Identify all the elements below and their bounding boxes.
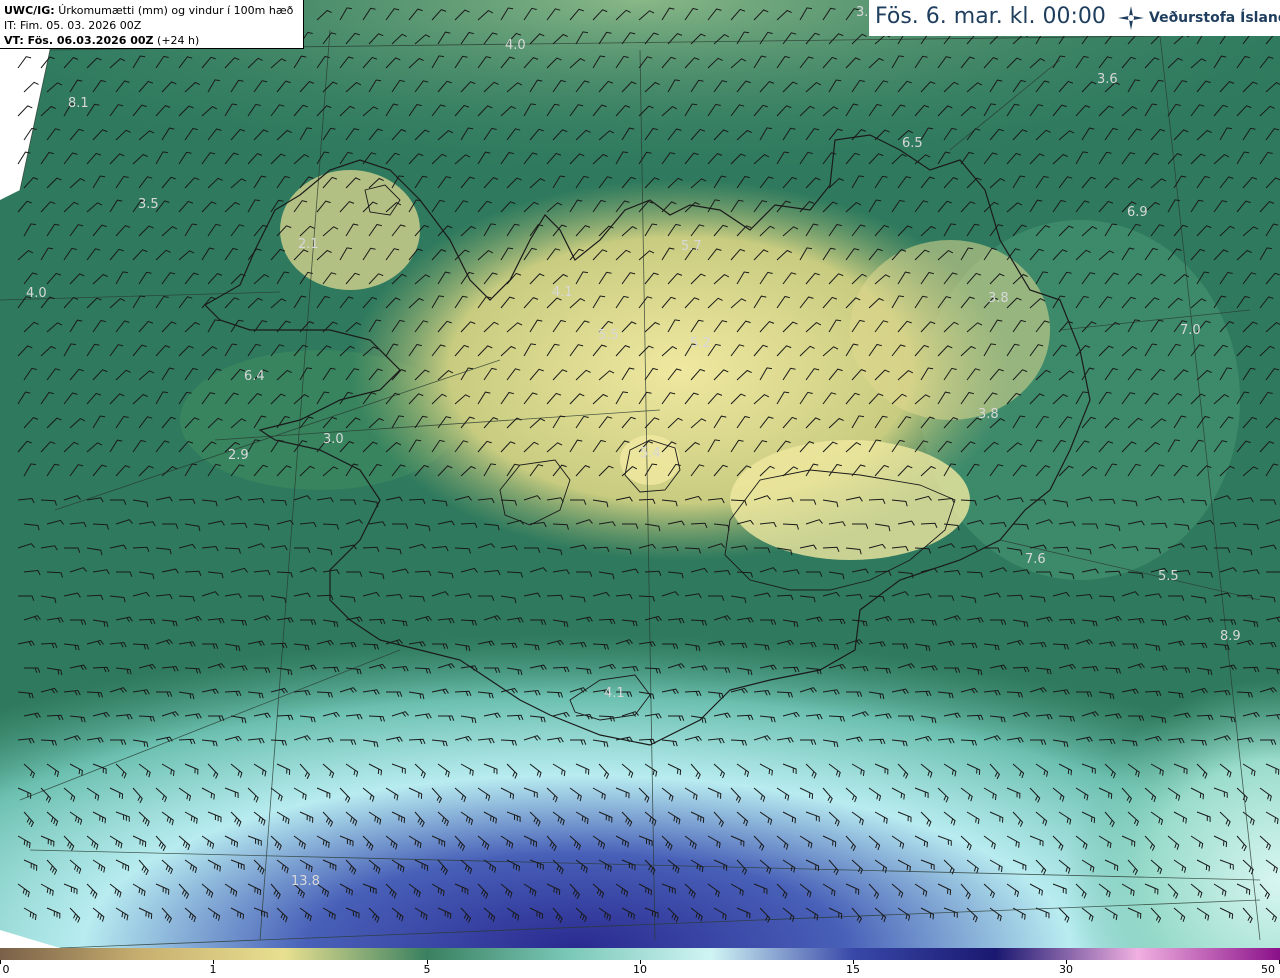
colorbar-tick-mark xyxy=(0,960,1,964)
precip-value-label: 4.1 xyxy=(552,285,573,300)
precip-value-label: 6.4 xyxy=(244,369,265,384)
colorbar-tick-label: 0 xyxy=(2,963,10,976)
precip-value-label: 3.5 xyxy=(138,197,159,212)
precip-value-label: 3.8 xyxy=(988,291,1009,306)
precipitable-water-map[interactable]: 3. 4.0 3.6 8.1 6.5 3.5 6.9 2.1 5.7 4.0 4.1 3.8 5.5 5.… xyxy=(0,0,1280,948)
precip-value-label: 6.5 xyxy=(902,136,923,151)
precip-value-label: 5.2 xyxy=(690,336,711,351)
colorbar-tick-label: 50 xyxy=(1261,963,1275,976)
map-canvas: 3. 4.0 3.6 8.1 6.5 3.5 6.9 2.1 5.7 4.0 4.1 3.8 5.5 5.… xyxy=(0,0,1280,948)
precip-value-label: 8.1 xyxy=(68,96,89,111)
precip-value-label: 2.1 xyxy=(298,237,319,252)
precip-value-label: 5.7 xyxy=(681,239,702,254)
title-box: Fös. 6. mar. kl. 00:00 Veðurstofa Ísland… xyxy=(869,0,1280,36)
product-info-box: UWC/IG: Úrkomumætti (mm) og vindur í 100… xyxy=(0,0,304,49)
logo-text: Veðurstofa Íslands xyxy=(1149,10,1280,26)
precip-value-label: 4.0 xyxy=(26,286,47,301)
vedurstofa-logo-icon xyxy=(1118,6,1144,30)
colorbar-tick-label: 15 xyxy=(846,963,860,976)
precip-value-label: 7.0 xyxy=(1180,323,1201,338)
colorbar-tick-label: 5 xyxy=(423,963,431,976)
vedurstofa-logo[interactable]: Veðurstofa Íslands xyxy=(1116,4,1280,32)
precip-value-label: 7.6 xyxy=(1025,552,1046,567)
colorbar-tick-label: 30 xyxy=(1059,963,1073,976)
init-time: IT: Fim. 05. 03. 2026 00Z xyxy=(4,19,142,32)
precip-value-label: 5.4 xyxy=(640,446,661,461)
precip-value-label: 4.0 xyxy=(505,38,526,53)
precip-value-label: 5.5 xyxy=(598,328,619,343)
colorbar-tick-label: 1 xyxy=(209,963,217,976)
precip-value-label: 4.1 xyxy=(604,686,625,701)
valid-time: VT: Fös. 06.03.2026 00Z xyxy=(4,34,154,47)
precip-value-label: 5.5 xyxy=(1158,569,1179,584)
valid-time-title: Fös. 6. mar. kl. 00:00 xyxy=(875,4,1106,29)
colorbar-legend: 0 1 5 10 15 30 50 xyxy=(0,948,1280,978)
colorbar-strip xyxy=(0,948,1280,960)
lead-time: (+24 h) xyxy=(157,34,200,47)
product-description: Úrkomumætti (mm) og vindur í 100m hæð xyxy=(58,4,294,17)
precip-value-label: 6.9 xyxy=(1127,205,1148,220)
precip-value-label: 3. xyxy=(856,5,868,20)
precip-value-label: 3.0 xyxy=(323,432,344,447)
product-code: UWC/IG: xyxy=(4,4,55,17)
colorbar-tick-label: 10 xyxy=(633,963,647,976)
precip-value-label: 2.9 xyxy=(228,448,249,463)
precip-value-label: 8.9 xyxy=(1220,629,1241,644)
precip-value-label: 3.8 xyxy=(978,407,999,422)
precip-value-label: 13.8 xyxy=(291,874,320,889)
precip-value-label: 3.6 xyxy=(1097,72,1118,87)
